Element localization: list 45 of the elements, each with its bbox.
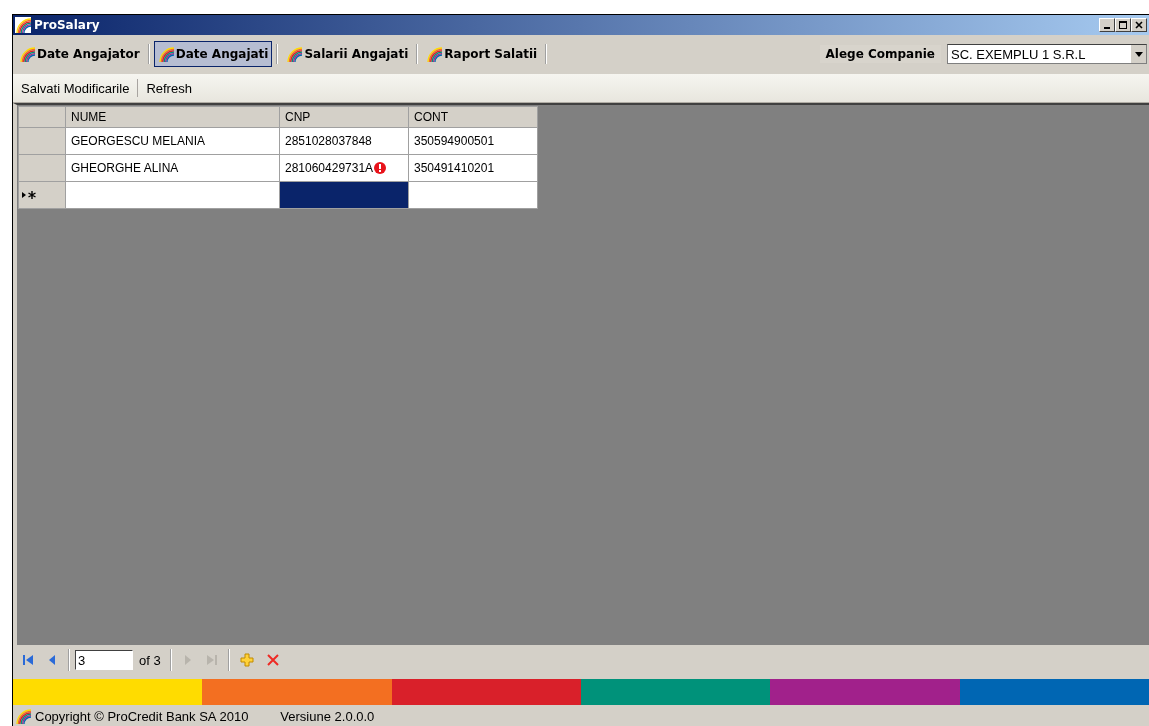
tab[interactable]: Raport Salatii	[422, 41, 542, 67]
rainbow-logo-icon	[426, 46, 443, 62]
column-header[interactable]: CNP	[279, 106, 409, 128]
table-cell[interactable]: 2851028037848	[279, 127, 409, 155]
version-text: Versiune 2.0.0.0	[280, 708, 375, 724]
company-dropdown[interactable]: SC. EXEMPLU 1 S.R.L	[947, 44, 1147, 64]
table-cell[interactable]: GHEORGHE ALINA	[65, 154, 280, 182]
toolbar-button[interactable]: Salvati Modificarile	[17, 78, 134, 98]
copyright-text: Copyright © ProCredit Bank SA 2010	[35, 708, 249, 724]
table-cell[interactable]: 350594900501	[408, 127, 538, 155]
rainbow-logo-icon	[15, 708, 31, 724]
row-header	[18, 106, 66, 128]
table-cell[interactable]: GEORGESCU MELANIA	[65, 127, 280, 155]
column-header[interactable]: CONT	[408, 106, 538, 128]
error-icon	[374, 162, 387, 174]
toolbar-button[interactable]: Refresh	[142, 78, 196, 98]
position-field[interactable]: 3	[75, 650, 133, 670]
maximize-button[interactable]	[1115, 18, 1131, 32]
tab[interactable]: Date Angajati	[153, 41, 273, 67]
window-title: ProSalary	[34, 18, 101, 32]
last-icon	[205, 654, 218, 666]
plus-icon	[239, 653, 254, 667]
rainbow-logo-icon	[157, 46, 174, 62]
first-icon	[22, 654, 34, 666]
page-count: of 3	[138, 652, 162, 668]
tab[interactable]: Salarii Angajati	[282, 41, 413, 67]
table-cell[interactable]: 350491410201	[408, 154, 538, 182]
table-cell[interactable]	[279, 181, 409, 209]
table-cell[interactable]: 281060429731A	[279, 154, 409, 182]
delete-icon	[265, 653, 280, 667]
minimize-icon	[1104, 27, 1110, 29]
rainbow-logo-icon	[15, 17, 31, 33]
row-header[interactable]	[18, 181, 66, 209]
table-cell[interactable]	[408, 181, 538, 209]
close-icon	[1134, 20, 1144, 30]
company-label: Alege Companie	[819, 45, 941, 63]
minimize-button[interactable]	[1099, 18, 1115, 32]
rainbow-logo-icon	[286, 46, 303, 62]
rainbow-logo-icon	[19, 46, 35, 62]
maximize-icon	[1118, 20, 1128, 30]
new-row-icon	[22, 191, 36, 199]
table-cell[interactable]	[65, 181, 280, 209]
close-button[interactable]	[1131, 18, 1147, 32]
tab[interactable]: Date Angajator	[15, 41, 144, 67]
column-header[interactable]: NUME	[65, 106, 280, 128]
